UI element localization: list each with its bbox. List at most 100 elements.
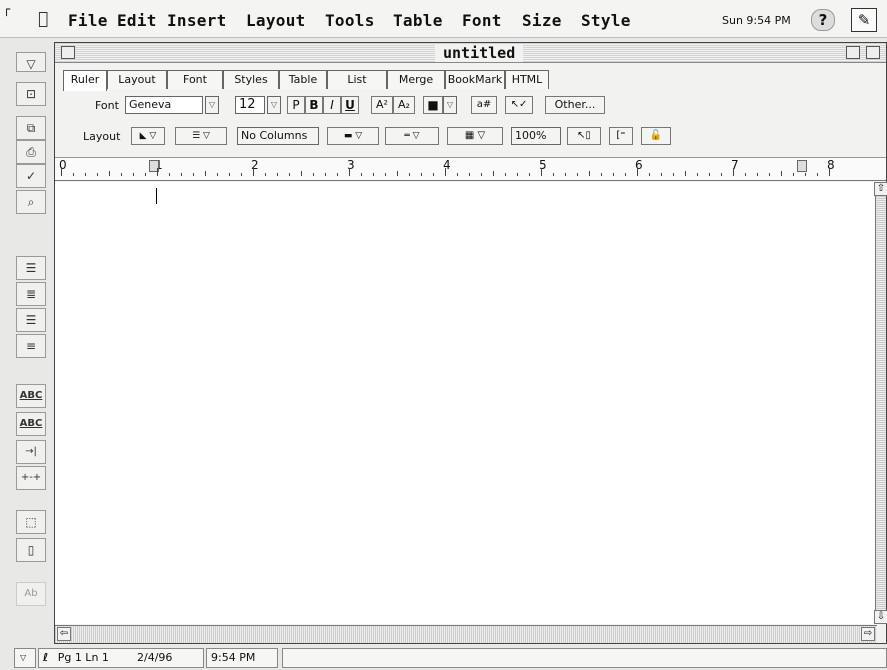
underline-button[interactable]: U [341,96,359,114]
numbered-list-icon[interactable]: ≣ [16,282,46,306]
tab-table[interactable]: Table [279,70,327,89]
window-title-bar[interactable]: untitled [55,43,886,63]
ruler-tick [277,173,278,176]
ruler-tick [469,173,470,176]
scroll-down-arrow-icon[interactable]: ⇩ [874,610,887,624]
menu-style[interactable]: Style [581,11,631,30]
ruler[interactable]: 0 1 2 3 4 5 6 7 8 [55,157,886,181]
special-characters-icon[interactable]: ↖✓ [505,96,533,114]
close-box-icon[interactable] [61,46,75,59]
ruler-tick [781,171,782,176]
menu-edit[interactable]: Edit [117,11,157,30]
font-name-dropdown-icon[interactable]: ▽ [205,96,219,114]
page-icon[interactable]: ▯ [16,538,46,562]
ruler-tick [217,173,218,176]
application-menu-icon[interactable]: ✎ [851,8,877,32]
ruler-tick [109,171,110,176]
insert-page-icon[interactable]: ⬚ [16,510,46,534]
zoom-dropdown[interactable]: 100% [511,127,561,145]
columns-dropdown[interactable]: No Columns [237,127,319,145]
font-size-field[interactable]: 12 [235,96,265,114]
tab-merge[interactable]: Merge [387,70,445,89]
outline-icon[interactable]: ≡ [16,334,46,358]
tab-bookmark[interactable]: BookMark [445,70,505,89]
tab-layout[interactable]: Layout [107,70,167,89]
ruler-tick [577,173,578,176]
table-dropdown-icon[interactable]: ▦ ▽ [447,127,503,145]
paragraph-spacing-dropdown-icon[interactable]: ═ ▽ [385,127,439,145]
text-style-icon[interactable]: Ab [16,582,46,606]
menu-size[interactable]: Size [522,11,562,30]
subscript-button[interactable]: A₂ [393,96,415,114]
document-window: untitled Ruler Layout Font Styles Table … [54,42,887,644]
document-body[interactable] [55,182,877,624]
layout-row-label: Layout [83,130,121,143]
status-dropdown-icon[interactable]: ▽ [14,648,36,668]
text-color-swatch[interactable]: ■ [423,96,443,114]
tab-list[interactable]: List [327,70,387,89]
status-bar: ▽ ℓ Pg 1 Ln 1 2/4/96 9:54 PM [14,648,887,670]
scroll-up-arrow-icon[interactable]: ⇧ [874,182,887,196]
spell-check-icon[interactable]: ✓ [16,164,46,188]
menu-font[interactable]: Font [462,11,502,30]
new-document-icon[interactable]: ⊡ [16,82,46,106]
tab-dots-icon[interactable]: +-+ [16,466,46,490]
menu-file[interactable]: File [68,11,108,30]
bullet-list-icon[interactable]: ☰ [16,256,46,280]
line-spacing-dropdown-icon[interactable]: ▬ ▽ [327,127,379,145]
font-toolbar-row: Font Geneva ▽ 12 ▽ P B I U A² A₂ ■ ▽ a# … [55,96,886,118]
menu-layout[interactable]: Layout [246,11,306,30]
right-margin-marker[interactable] [797,160,807,172]
status-position-box: ℓ Pg 1 Ln 1 2/4/96 [38,648,204,668]
font-size-dropdown-icon[interactable]: ▽ [267,96,281,114]
menu-table[interactable]: Table [393,11,443,30]
other-button[interactable]: Other... [545,96,605,114]
menu-insert[interactable]: Insert [167,11,227,30]
palette-dropdown-icon[interactable]: ▽ [16,52,46,72]
italic-button[interactable]: I [323,96,341,114]
abc-button-2[interactable]: ABC [16,412,46,436]
alignment-dropdown-icon[interactable]: ◣ ▽ [131,127,165,145]
help-icon[interactable]: ? [811,9,835,31]
show-codes-icon[interactable]: ↖▯ [567,127,601,145]
ruler-tick [769,173,770,176]
tab-styles[interactable]: Styles [223,70,279,89]
ruler-tick [253,168,254,176]
margin-icon[interactable]: [⁼ [609,127,633,145]
text-color-dropdown-icon[interactable]: ▽ [443,96,457,114]
plain-button[interactable]: P [287,96,305,114]
ruler-tick [241,173,242,176]
save-icon[interactable]: ⧉ [16,116,46,140]
horizontal-scrollbar[interactable]: ⇦ ⇨ [55,625,877,643]
find-icon[interactable]: ⌕ [16,190,46,214]
ruler-tick [157,168,158,176]
tab-html[interactable]: HTML [505,70,549,89]
indent-list-icon[interactable]: ☰ [16,308,46,332]
apple-menu-icon[interactable]:  [38,9,48,29]
ruler-tick [697,173,698,176]
vertical-scrollbar[interactable]: ⇧ ⇩ [874,182,887,624]
abc-button-1[interactable]: ABC [16,384,46,408]
menu-tools[interactable]: Tools [325,11,375,30]
justify-dropdown-icon[interactable]: ☰ ▽ [175,127,227,145]
font-name-field[interactable]: Geneva [125,96,203,114]
tab-font[interactable]: Font [167,70,223,89]
ruler-tick [481,173,482,176]
superscript-button[interactable]: A² [371,96,393,114]
zoom-box-icon[interactable] [846,46,860,59]
tab-ruler[interactable]: Ruler [63,70,107,91]
ruler-tick [181,173,182,176]
bold-button[interactable]: B [305,96,323,114]
tab-right-icon[interactable]: →| [16,440,46,464]
ruler-tick [529,173,530,176]
page-line-indicator: Pg 1 Ln 1 [57,651,109,664]
ruler-tick [97,173,98,176]
scroll-right-arrow-icon[interactable]: ⇨ [861,627,875,641]
lock-icon[interactable]: 🔓 [641,127,671,145]
ruler-tick [133,173,134,176]
collapse-box-icon[interactable] [866,46,880,59]
ruler-tick [493,171,494,176]
character-map-icon[interactable]: a# [471,96,497,114]
scroll-left-arrow-icon[interactable]: ⇦ [57,627,71,641]
print-icon[interactable]: ⎙ [16,140,46,164]
